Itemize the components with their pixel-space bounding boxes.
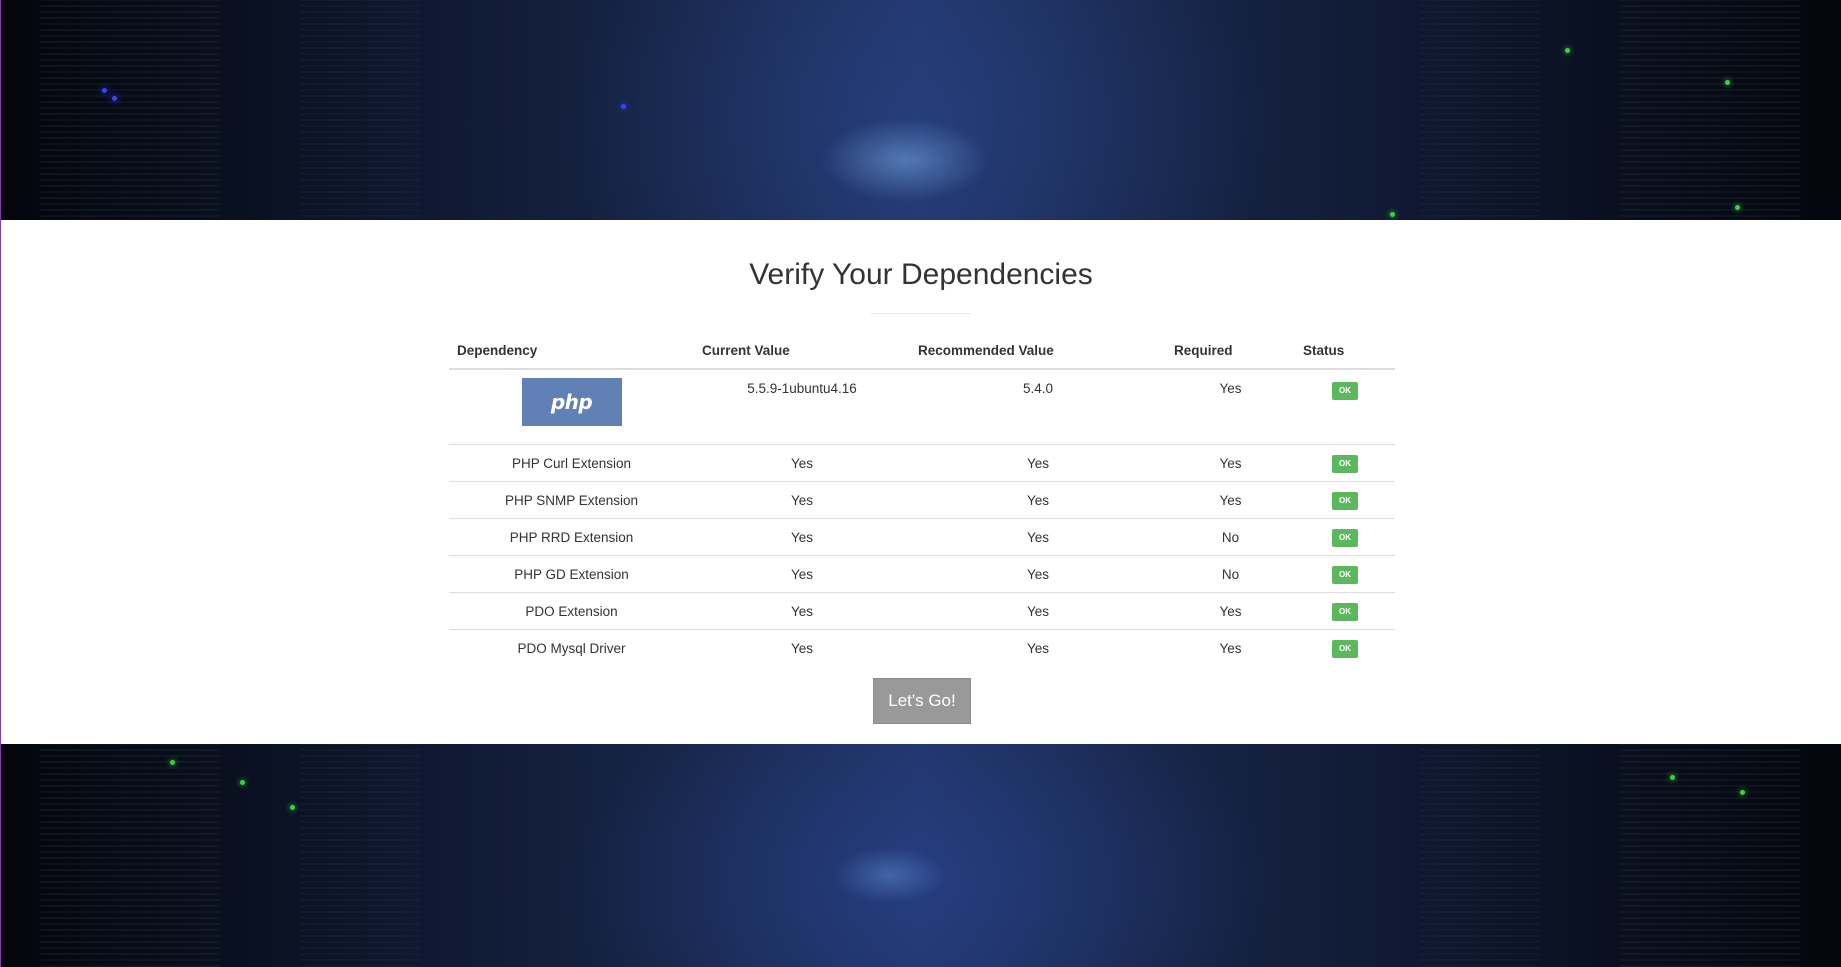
- status-led: [112, 96, 117, 101]
- table-row: PHP RRD Extension Yes Yes No OK: [449, 518, 1395, 556]
- table-header-row: Dependency Current Value Recommended Val…: [449, 333, 1395, 370]
- table-row: PDO Extension Yes Yes Yes OK: [449, 592, 1395, 630]
- table-row: php 5.5.9-1ubuntu4.16 5.4.0 Yes OK: [449, 369, 1395, 445]
- current-value-cell: Yes: [694, 592, 910, 630]
- current-value-cell: 5.5.9-1ubuntu4.16: [747, 381, 857, 396]
- column-header-required: Required: [1166, 333, 1295, 370]
- status-led: [1735, 205, 1740, 210]
- title-divider: [871, 313, 971, 314]
- column-header-dependency: Dependency: [449, 333, 694, 370]
- column-header-current-value: Current Value: [694, 333, 910, 370]
- status-cell: OK: [1295, 555, 1395, 593]
- current-value-cell: Yes: [694, 518, 910, 556]
- recommended-value-cell: Yes: [910, 629, 1166, 666]
- status-badge: OK: [1332, 639, 1358, 658]
- table-row: PDO Mysql Driver Yes Yes Yes OK: [449, 629, 1395, 666]
- status-led: [1725, 80, 1730, 85]
- current-value-cell: Yes: [694, 444, 910, 482]
- current-value-cell: Yes: [694, 555, 910, 593]
- required-cell: Yes: [1166, 444, 1295, 482]
- status-badge: OK: [1332, 491, 1358, 510]
- table-row: PHP GD Extension Yes Yes No OK: [449, 555, 1395, 593]
- recommended-value-cell: Yes: [910, 444, 1166, 482]
- recommended-value-cell: 5.4.0: [1022, 381, 1054, 396]
- status-led: [1565, 48, 1570, 53]
- recommended-value-cell: Yes: [910, 555, 1166, 593]
- status-led: [1740, 790, 1745, 795]
- status-cell: OK: [1295, 369, 1395, 445]
- status-badge: OK: [1332, 528, 1358, 547]
- dependency-cell: PDO Extension: [449, 592, 694, 630]
- required-cell: Yes: [1166, 592, 1295, 630]
- status-led: [240, 780, 245, 785]
- required-cell: Yes: [1166, 481, 1295, 519]
- dependencies-table: Dependency Current Value Recommended Val…: [449, 333, 1395, 666]
- required-cell: No: [1166, 555, 1295, 593]
- recommended-value-cell: Yes: [910, 592, 1166, 630]
- required-cell: No: [1166, 518, 1295, 556]
- status-badge: OK: [1332, 602, 1358, 621]
- required-cell: Yes: [1219, 381, 1242, 396]
- table-row: PHP SNMP Extension Yes Yes Yes OK: [449, 481, 1395, 519]
- dependency-cell: PHP Curl Extension: [449, 444, 694, 482]
- recommended-value-cell: Yes: [910, 518, 1166, 556]
- dependencies-panel: Verify Your Dependencies Dependency Curr…: [1, 220, 1841, 744]
- status-cell: OK: [1295, 481, 1395, 519]
- column-header-recommended-value: Recommended Value: [910, 333, 1166, 370]
- status-badge: OK: [1332, 382, 1358, 400]
- status-led: [290, 805, 295, 810]
- status-cell: OK: [1295, 444, 1395, 482]
- dependency-cell: PDO Mysql Driver: [449, 629, 694, 666]
- dependency-cell: PHP GD Extension: [449, 555, 694, 593]
- status-badge: OK: [1332, 454, 1358, 473]
- current-value-cell: Yes: [694, 629, 910, 666]
- status-cell: OK: [1295, 629, 1395, 666]
- status-led: [1670, 775, 1675, 780]
- lets-go-button[interactable]: Let's Go!: [873, 678, 971, 724]
- dependency-cell: php: [449, 369, 694, 445]
- status-led: [102, 88, 107, 93]
- recommended-value-cell: Yes: [910, 481, 1166, 519]
- table-row: PHP Curl Extension Yes Yes Yes OK: [449, 444, 1395, 482]
- php-logo: php: [521, 378, 622, 426]
- status-cell: OK: [1295, 592, 1395, 630]
- dependency-cell: PHP SNMP Extension: [449, 481, 694, 519]
- page-title: Verify Your Dependencies: [749, 258, 1093, 291]
- column-header-status: Status: [1295, 333, 1395, 370]
- status-led: [621, 104, 626, 109]
- current-value-cell: Yes: [694, 481, 910, 519]
- status-led: [170, 760, 175, 765]
- required-cell: Yes: [1166, 629, 1295, 666]
- status-badge: OK: [1332, 565, 1358, 584]
- dependency-cell: PHP RRD Extension: [449, 518, 694, 556]
- status-cell: OK: [1295, 518, 1395, 556]
- status-led: [1390, 212, 1395, 217]
